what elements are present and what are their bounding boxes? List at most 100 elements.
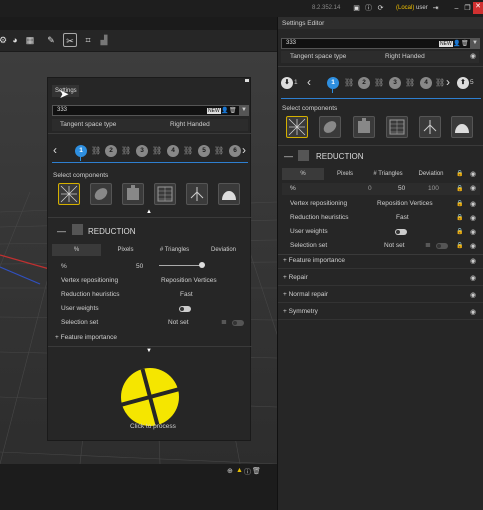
feature-importance-row[interactable]: + Feature importance xyxy=(55,334,117,341)
collapse-up-icon[interactable]: ▲ xyxy=(146,209,152,215)
step-3[interactable]: 3 xyxy=(136,145,148,157)
new-badge-icon[interactable]: NEW xyxy=(207,108,221,114)
tab-triangles[interactable]: # Triangles xyxy=(150,244,199,256)
process-label[interactable]: Click to process xyxy=(130,423,176,430)
user-label[interactable]: (Local) user xyxy=(396,5,428,11)
eye-icon[interactable]: ◉ xyxy=(470,291,476,299)
selection-set-value[interactable]: Not set xyxy=(384,242,405,249)
percent-slider-track[interactable] xyxy=(159,265,204,266)
selection-set-toggle[interactable] xyxy=(232,320,244,326)
tab-percent[interactable]: % xyxy=(52,244,101,256)
step-5[interactable]: 5 xyxy=(198,145,210,157)
user-icon[interactable]: 👤 xyxy=(453,40,460,47)
logout-icon[interactable]: ⇥ xyxy=(431,4,440,13)
eye-icon[interactable]: ◉ xyxy=(470,184,476,192)
notification-icon[interactable]: ▣ xyxy=(352,4,361,13)
tab-percent[interactable]: % xyxy=(282,168,324,180)
lock-icon[interactable]: 🔒 xyxy=(456,242,463,249)
database-icon[interactable]: ≣ xyxy=(221,318,227,326)
tab-pixels[interactable]: Pixels xyxy=(324,168,366,180)
step-2[interactable]: 2 xyxy=(105,145,117,157)
percent-slider-handle[interactable] xyxy=(199,262,205,268)
collapse-icon[interactable]: — xyxy=(57,226,66,236)
percent-value[interactable]: 50 xyxy=(398,185,405,192)
chevron-down-icon[interactable]: ▼ xyxy=(239,105,249,116)
step-6[interactable]: 6 xyxy=(229,145,241,157)
tangent-value[interactable]: Right Handed xyxy=(170,121,210,128)
eye-icon[interactable]: ◉ xyxy=(470,200,476,208)
component-shell[interactable] xyxy=(451,116,473,138)
trash-icon[interactable]: 🗑 xyxy=(461,40,469,47)
expand-down-icon[interactable]: ▼ xyxy=(146,348,152,354)
user-weights-toggle[interactable] xyxy=(179,306,191,312)
section-symmetry[interactable]: + Symmetry xyxy=(283,308,318,315)
database-icon[interactable]: ≣ xyxy=(425,241,431,249)
tab-triangles[interactable]: # Triangles xyxy=(366,168,410,180)
process-button-icon[interactable] xyxy=(118,365,182,429)
section-normal-repair[interactable]: + Normal repair xyxy=(283,291,328,298)
search-field[interactable]: 333 NEW 👤 🗑 ▼ xyxy=(281,38,480,49)
search-field[interactable]: 333 NEW 👤 🗑 ▼ xyxy=(52,105,249,116)
eye-icon[interactable]: ◉ xyxy=(470,170,476,178)
tangent-value[interactable]: Right Handed xyxy=(385,53,425,60)
sync-icon[interactable]: ⟳ xyxy=(376,4,385,13)
chevron-right-icon[interactable]: › xyxy=(446,75,450,89)
trash-icon[interactable]: 🗑 xyxy=(252,467,261,475)
panel-maximize-icon[interactable] xyxy=(245,79,249,82)
component-uv[interactable] xyxy=(353,116,375,138)
step-3[interactable]: 3 xyxy=(389,77,401,89)
section-feature-importance[interactable]: + Feature importance xyxy=(283,257,345,264)
eye-icon[interactable]: ◉ xyxy=(470,52,476,60)
chevron-down-icon[interactable]: ▼ xyxy=(470,38,480,49)
lock-icon[interactable]: 🔒 xyxy=(456,214,463,221)
lock-icon[interactable]: 🔒 xyxy=(456,200,463,207)
brush-icon[interactable]: ✎ xyxy=(44,33,58,47)
user-icon[interactable]: 👤 xyxy=(221,107,228,114)
new-badge-icon[interactable]: NEW xyxy=(439,41,453,47)
heuristics-value[interactable]: Fast xyxy=(180,291,193,298)
step-4[interactable]: 4 xyxy=(167,145,179,157)
lock-icon[interactable]: 🔒 xyxy=(456,170,463,177)
grid-icon[interactable]: ▦ xyxy=(23,33,37,47)
hierarchy-icon[interactable]: ⌗ xyxy=(81,33,95,47)
component-skeleton[interactable] xyxy=(186,183,208,205)
tab-pixels[interactable]: Pixels xyxy=(101,244,150,256)
component-texture[interactable] xyxy=(154,183,176,205)
collapse-icon[interactable]: — xyxy=(284,151,293,161)
vertex-value[interactable]: Reposition Vertices xyxy=(161,277,217,284)
globe-icon[interactable]: ◕ xyxy=(8,33,22,47)
eye-icon[interactable]: ◉ xyxy=(470,242,476,250)
tab-deviation[interactable]: Deviation xyxy=(410,168,452,180)
step-next-icon[interactable]: ⬆ xyxy=(457,77,469,89)
scissors-icon[interactable]: ✂ xyxy=(63,33,77,47)
component-remesh[interactable] xyxy=(90,183,112,205)
component-shell[interactable] xyxy=(218,183,240,205)
info-icon[interactable]: ⓘ xyxy=(244,467,251,477)
eye-icon[interactable]: ◉ xyxy=(470,274,476,282)
chevron-left-icon[interactable]: ‹ xyxy=(53,143,57,157)
maximize-icon[interactable]: ❐ xyxy=(463,4,472,13)
eye-icon[interactable]: ◉ xyxy=(470,257,476,265)
chevron-right-icon[interactable]: › xyxy=(242,143,246,157)
user-weights-toggle[interactable] xyxy=(395,229,407,235)
eye-icon[interactable]: ◉ xyxy=(470,228,476,236)
selection-set-value[interactable]: Not set xyxy=(168,319,189,326)
heuristics-value[interactable]: Fast xyxy=(396,214,409,221)
lock-icon[interactable]: 🔒 xyxy=(456,185,463,192)
step-prev-icon[interactable]: ⬇ xyxy=(281,77,293,89)
chevron-left-icon[interactable]: ‹ xyxy=(307,75,311,89)
component-uv[interactable] xyxy=(122,183,144,205)
warning-icon[interactable]: ▲ xyxy=(236,467,243,474)
component-remesh[interactable] xyxy=(319,116,341,138)
component-reduction[interactable] xyxy=(286,116,308,138)
component-reduction[interactable] xyxy=(58,183,80,205)
eye-icon[interactable]: ◉ xyxy=(470,214,476,222)
step-1[interactable]: 1 xyxy=(75,145,87,157)
tab-deviation[interactable]: Deviation xyxy=(199,244,248,256)
chart-icon[interactable]: ▟ xyxy=(97,33,111,47)
eye-icon[interactable]: ◉ xyxy=(470,308,476,316)
trash-icon[interactable]: 🗑 xyxy=(229,107,237,114)
status-icon[interactable]: ⊕ xyxy=(227,467,233,475)
minimize-icon[interactable]: – xyxy=(452,4,461,13)
component-skeleton[interactable] xyxy=(419,116,441,138)
